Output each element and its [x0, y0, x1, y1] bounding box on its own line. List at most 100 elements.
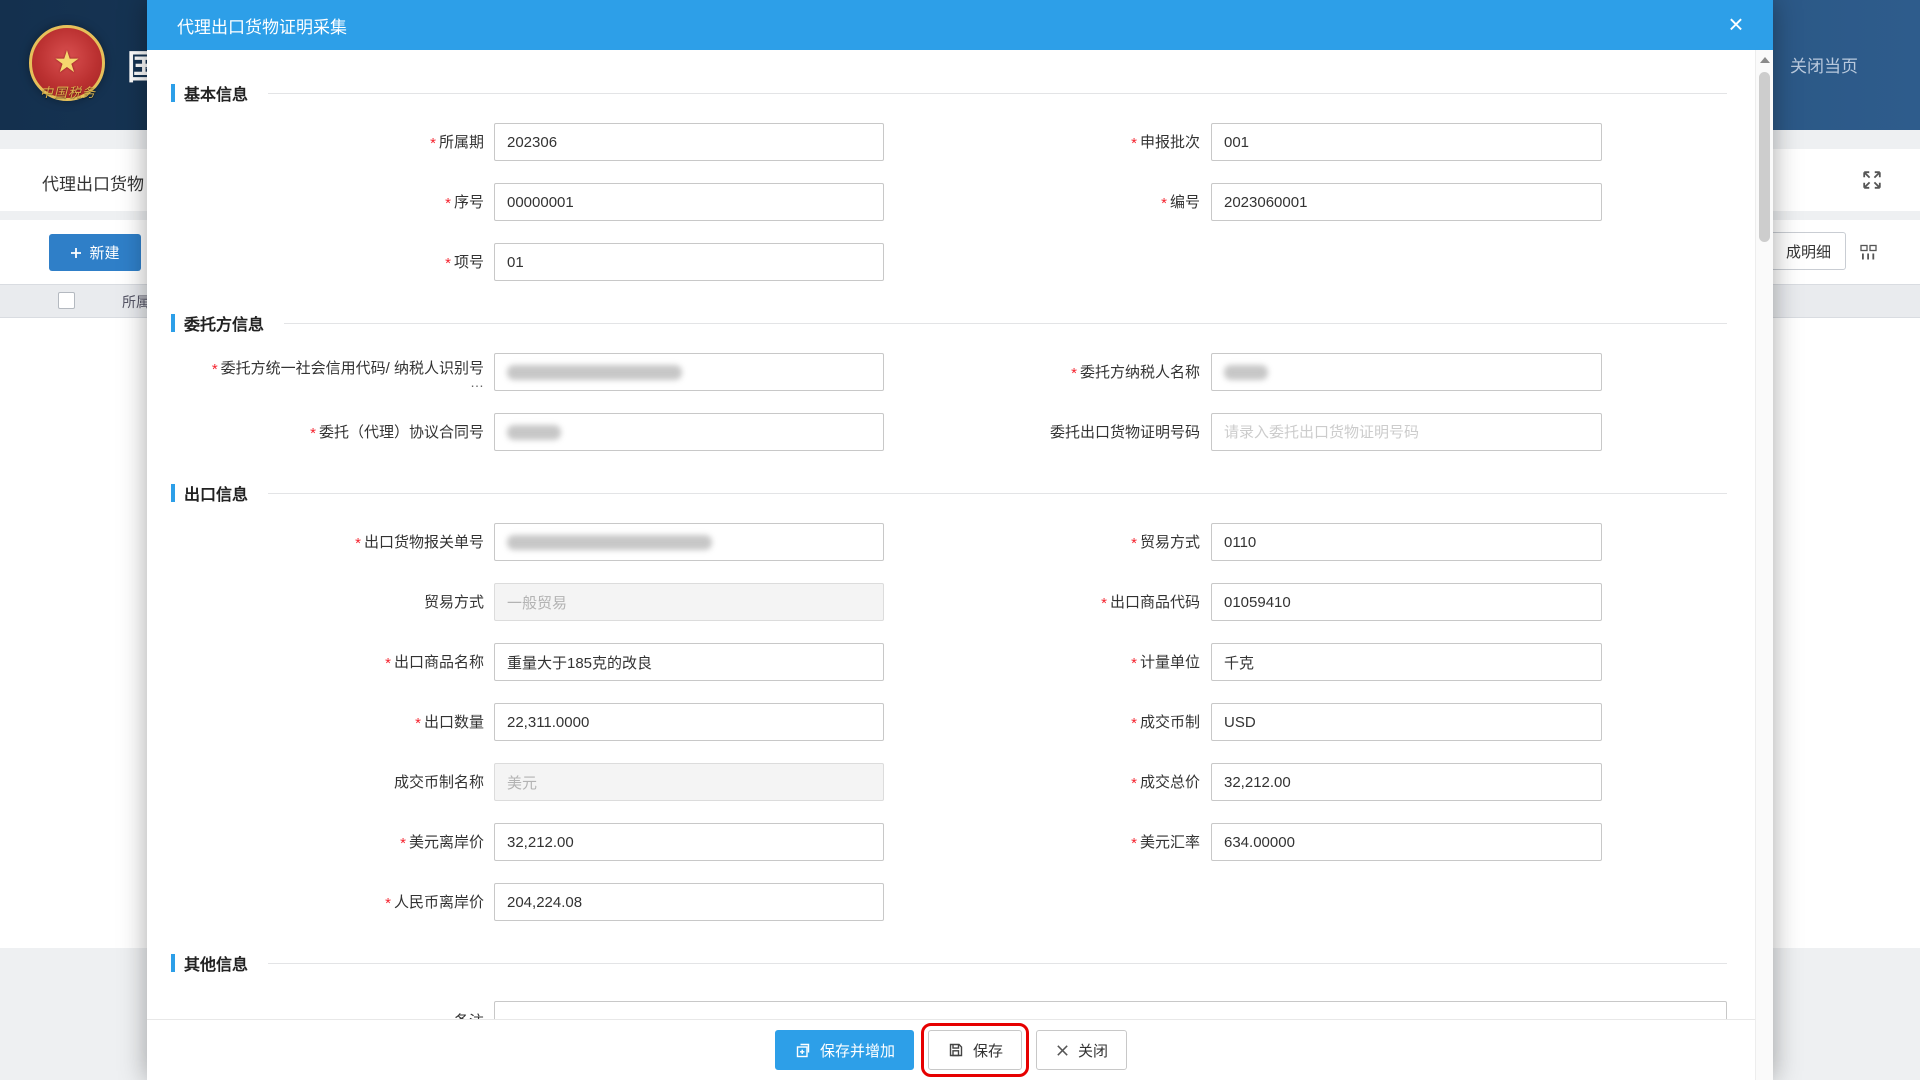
close-button[interactable]: 关闭 — [1036, 1030, 1127, 1070]
redacted-value — [1224, 365, 1268, 380]
serial-input[interactable] — [494, 183, 884, 221]
trade-mode-name-label: 贸易方式 — [171, 593, 484, 612]
number-label: 编号 — [884, 193, 1200, 212]
redacted-value — [507, 535, 712, 550]
column-settings-icon[interactable] — [1856, 240, 1882, 264]
form-row: 委托方统一社会信用代码/ 纳税人识别号 … 委托方纳税人名称 — [171, 353, 1727, 391]
save-and-add-button[interactable]: 保存并增加 — [775, 1030, 914, 1070]
redacted-value — [507, 365, 682, 380]
plus-icon — [70, 247, 82, 259]
section-bar — [171, 84, 175, 102]
batch-label: 申报批次 — [884, 133, 1200, 152]
save-floppy-icon — [947, 1041, 965, 1059]
currency-input[interactable] — [1211, 703, 1602, 741]
redacted-value — [507, 425, 561, 440]
section-bar — [171, 314, 175, 332]
section-divider — [268, 93, 1727, 94]
batch-input[interactable] — [1211, 123, 1602, 161]
page-title: 代理出口货物 — [42, 170, 144, 195]
dialog-title: 代理出口货物证明采集 — [177, 13, 347, 38]
contract-no-input[interactable] — [494, 413, 884, 451]
logo-caption: 中国税务 — [26, 82, 110, 101]
contract-no-label: 委托（代理）协议合同号 — [171, 423, 484, 442]
dialog-footer: 保存并增加 保存 关闭 — [147, 1019, 1755, 1080]
save-button[interactable]: 保存 — [928, 1030, 1022, 1070]
label-overflow: … — [171, 378, 484, 386]
fullscreen-expand-icon[interactable] — [1856, 164, 1888, 196]
form-row: 出口商品名称 计量单位 — [171, 643, 1727, 681]
commodity-name-label: 出口商品名称 — [171, 653, 484, 672]
usd-fob-input[interactable] — [494, 823, 884, 861]
section-export-info: 出口信息 — [171, 481, 1727, 505]
quantity-input[interactable] — [494, 703, 884, 741]
form-row: 委托（代理）协议合同号 委托出口货物证明号码 — [171, 413, 1727, 451]
form-row: 出口货物报关单号 贸易方式 — [171, 523, 1727, 561]
form-row: 成交币制名称 成交总价 — [171, 763, 1727, 801]
form-row: 贸易方式 出口商品代码 — [171, 583, 1727, 621]
credit-code-label: 委托方统一社会信用代码/ 纳税人识别号 … — [171, 359, 484, 386]
currency-name-input — [494, 763, 884, 801]
serial-label: 序号 — [171, 193, 484, 212]
section-divider — [268, 963, 1727, 964]
dialog-close-icon[interactable]: × — [1721, 10, 1751, 40]
add-document-icon — [794, 1041, 812, 1059]
new-button[interactable]: 新建 — [49, 234, 141, 271]
period-label: 所属期 — [171, 133, 484, 152]
commodity-code-label: 出口商品代码 — [884, 593, 1200, 612]
commodity-name-input[interactable] — [494, 643, 884, 681]
dialog-scrollbar[interactable] — [1755, 50, 1773, 1080]
section-divider — [284, 323, 1727, 324]
trade-mode-code-input[interactable] — [1211, 523, 1602, 561]
usd-rate-input[interactable] — [1211, 823, 1602, 861]
remark-input[interactable] — [494, 1001, 1727, 1019]
total-price-label: 成交总价 — [884, 773, 1200, 792]
commodity-code-input[interactable] — [1211, 583, 1602, 621]
form-row: 项号 — [171, 243, 1727, 281]
cert-no-input[interactable] — [1211, 413, 1602, 451]
screen: ★ 中国税务 国 司 ｜ 关闭当页 代理出口货物 新建 成明细 — [0, 0, 1920, 1080]
taxpayer-name-label: 委托方纳税人名称 — [884, 363, 1200, 382]
select-all-checkbox[interactable] — [58, 292, 75, 309]
declaration-no-input[interactable] — [494, 523, 884, 561]
scrollbar-thumb[interactable] — [1759, 72, 1770, 242]
unit-label: 计量单位 — [884, 653, 1200, 672]
taxpayer-name-input[interactable] — [1211, 353, 1602, 391]
quantity-label: 出口数量 — [171, 713, 484, 732]
rmb-fob-input[interactable] — [494, 883, 884, 921]
usd-fob-label: 美元离岸价 — [171, 833, 484, 852]
section-bar — [171, 954, 175, 972]
dialog-header: 代理出口货物证明采集 × — [147, 0, 1773, 50]
period-input[interactable] — [494, 123, 884, 161]
item-no-label: 项号 — [171, 253, 484, 272]
star-icon: ★ — [54, 48, 81, 78]
form-row: 所属期 申报批次 — [171, 123, 1727, 161]
declaration-no-label: 出口货物报关单号 — [171, 533, 484, 552]
collect-dialog: 代理出口货物证明采集 × 基本信息 所属期 申报批次 序号 编号 — [147, 0, 1773, 1080]
credit-code-input[interactable] — [494, 353, 884, 391]
currency-label: 成交币制 — [884, 713, 1200, 732]
close-page-link[interactable]: 关闭当页 — [1790, 52, 1858, 77]
section-client-info: 委托方信息 — [171, 311, 1727, 335]
remark-label: 备注 — [171, 1001, 484, 1019]
number-input[interactable] — [1211, 183, 1602, 221]
form-row: 序号 编号 — [171, 183, 1727, 221]
item-no-input[interactable] — [494, 243, 884, 281]
cert-no-label: 委托出口货物证明号码 — [884, 423, 1200, 442]
usd-rate-label: 美元汇率 — [884, 833, 1200, 852]
close-x-icon — [1055, 1043, 1070, 1058]
form-row: 出口数量 成交币制 — [171, 703, 1727, 741]
trade-mode-code-label: 贸易方式 — [884, 533, 1200, 552]
section-basic-info: 基本信息 — [171, 81, 1727, 105]
form-row: 备注 — [171, 1001, 1727, 1019]
scroll-up-arrow-icon[interactable] — [1760, 57, 1770, 63]
section-other-info: 其他信息 — [171, 951, 1727, 975]
section-bar — [171, 484, 175, 502]
form-row: 美元离岸价 美元汇率 — [171, 823, 1727, 861]
trade-mode-name-input — [494, 583, 884, 621]
form-row: 人民币离岸价 — [171, 883, 1727, 921]
section-divider — [268, 493, 1727, 494]
total-price-input[interactable] — [1211, 763, 1602, 801]
currency-name-label: 成交币制名称 — [171, 773, 484, 792]
unit-input[interactable] — [1211, 643, 1602, 681]
dialog-body: 基本信息 所属期 申报批次 序号 编号 项号 — [147, 50, 1755, 1019]
